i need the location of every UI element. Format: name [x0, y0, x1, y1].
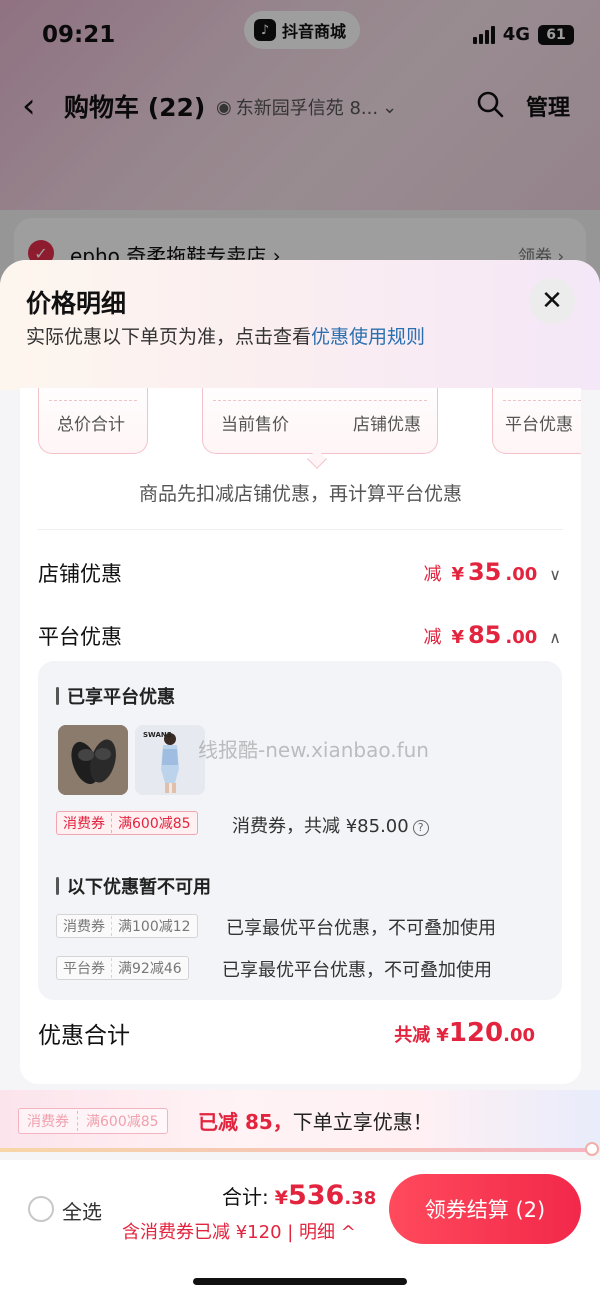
unavailable-reason: 已享最优平台优惠，不可叠加使用: [222, 960, 492, 981]
coupon-summary-text: 消费券，共减 ¥85.00: [232, 816, 409, 837]
summary-dash: [213, 400, 427, 401]
subtitle-text: 实际优惠以下单页为准，点击查看: [26, 326, 312, 348]
promo-strip: 消费券 满600减85 已减 85，下单立享优惠！: [0, 1090, 600, 1152]
store-discount-value[interactable]: 减 ¥ 35 .00 ∨: [423, 558, 561, 586]
unavailable-reason: 已享最优平台优惠，不可叠加使用: [226, 918, 496, 939]
summary-platform: ▬ 平台优惠: [492, 388, 581, 454]
promo-progress-dot: [585, 1142, 599, 1156]
store-discount-yen: ¥: [451, 564, 464, 585]
unavailable-tag-rule: 满92减46: [111, 958, 188, 978]
close-button[interactable]: ✕: [529, 278, 575, 324]
store-discount-label[interactable]: 店铺优惠: [38, 558, 122, 588]
store-discount-prefix: 减: [423, 564, 442, 585]
unavailable-tag-type: 消费券: [63, 919, 105, 935]
checkout-button[interactable]: 领券结算 (2): [389, 1174, 581, 1244]
store-discount-dec: .00: [505, 564, 538, 585]
coupon-tag: 消费券 满600减85: [56, 811, 198, 835]
platform-discount-int: 85: [467, 621, 502, 649]
section-bar: [56, 877, 59, 895]
close-icon: ✕: [541, 286, 563, 316]
section-bar: [56, 687, 59, 705]
unavailable-tag-type: 平台券: [63, 961, 105, 977]
discount-total-value: 共减 ¥ 120 .00: [394, 1018, 535, 1048]
enjoyed-section-title: 已享平台优惠: [56, 683, 175, 709]
promo-text: 已减 85，下单立享优惠！: [198, 1106, 433, 1135]
select-all-radio[interactable]: [28, 1196, 54, 1222]
platform-discount-label[interactable]: 平台优惠: [38, 621, 122, 651]
promo-progress-line: [0, 1148, 592, 1152]
divider: [38, 529, 563, 530]
summary-current: ▬▬▬ ▬ 当前售价 店铺优惠: [202, 388, 438, 454]
discount-total-yen: ¥: [436, 1025, 449, 1046]
promo-message: 下单立享优惠！: [292, 1110, 433, 1134]
sheet-title: 价格明细: [26, 289, 127, 318]
discount-total-prefix: 共减: [394, 1025, 431, 1046]
chevron-down-icon: ∨: [549, 565, 561, 584]
chevron-up-icon: ∧: [549, 628, 561, 647]
product-thumb-swimsuit[interactable]: SWANS: [135, 725, 205, 795]
total-price-dec: .38: [344, 1188, 377, 1209]
summary-dash: [49, 400, 137, 401]
unavailable-tag: 消费券 满100减12: [56, 914, 198, 938]
swimsuit-brand: SWANS: [143, 731, 172, 739]
total-price-yen: ¥: [274, 1187, 288, 1209]
platform-detail-box: 已享平台优惠 SWANS 线报酷-new.xianbao.fun 消费券 满60…: [38, 661, 562, 1000]
platform-discount-prefix: 减: [423, 627, 442, 648]
unavailable-title: 以下优惠暂不可用: [67, 877, 211, 898]
help-icon[interactable]: ?: [412, 819, 429, 836]
platform-discount-value[interactable]: 减 ¥ 85 .00 ∧: [423, 621, 561, 649]
promo-tag-rule: 满600减85: [77, 1111, 167, 1131]
coupon-summary: 消费券，共减 ¥85.00?: [232, 812, 429, 838]
swimsuit-image: SWANS: [135, 725, 205, 795]
coupon-tag-type: 消费券: [63, 816, 105, 832]
unavailable-section-title: 以下优惠暂不可用: [56, 873, 211, 899]
summary-store-label: 店铺优惠: [353, 415, 421, 435]
summary-total-label: 总价合计: [57, 415, 125, 435]
summary-platform-label: 平台优惠: [505, 415, 573, 435]
promo-tag: 消费券 满600减85: [18, 1108, 168, 1134]
sheet-body: ▬▬▬ 总价合计 ▬▬▬ ▬ 当前售价 店铺优惠 ▬ 平台优惠 商品先扣减店铺优…: [20, 388, 581, 1084]
product-thumb-slippers[interactable]: [58, 725, 128, 795]
store-discount-int: 35: [467, 558, 502, 586]
home-indicator: [193, 1278, 407, 1285]
slippers-image: [58, 725, 128, 795]
discount-total-dec: .00: [503, 1025, 535, 1046]
rules-link[interactable]: 优惠使用规则: [311, 326, 425, 348]
coupon-tag-rule: 满600减85: [111, 813, 197, 833]
unavailable-tag-rule: 满100减12: [111, 916, 197, 936]
discount-total-int: 120: [448, 1018, 504, 1048]
promo-highlight: 已减 85，: [198, 1110, 293, 1134]
platform-discount-dec: .00: [505, 627, 538, 648]
promo-tag-type: 消费券: [27, 1114, 69, 1130]
discount-total-label: 优惠合计: [38, 1023, 130, 1049]
total-price-int: 536: [287, 1180, 345, 1211]
watermark: 线报酷-new.xianbao.fun: [198, 738, 429, 762]
sheet-subtitle: 实际优惠以下单页为准，点击查看优惠使用规则: [26, 322, 425, 349]
price-detail-sheet: 价格明细 实际优惠以下单页为准，点击查看优惠使用规则 ✕ ▬▬▬ 总价合计 ▬▬…: [0, 260, 600, 1160]
price-detail-toggle[interactable]: 含消费券已减 ¥120 | 明细 ^: [122, 1218, 356, 1244]
calc-note: 商品先扣减店铺优惠，再计算平台优惠: [138, 483, 462, 505]
summary-total: ▬▬▬ 总价合计: [38, 388, 148, 454]
summary-current-label: 当前售价: [221, 415, 289, 435]
enjoyed-title: 已享平台优惠: [67, 687, 175, 708]
total-price: 合计: ¥ 536 .38: [222, 1180, 376, 1211]
total-price-label: 合计:: [222, 1185, 269, 1209]
checkout-bar: 全选 合计: ¥ 536 .38 含消费券已减 ¥120 | 明细 ^ 领券结算…: [0, 1160, 600, 1299]
unavailable-tag: 平台券 满92减46: [56, 956, 189, 980]
summary-dash: [503, 400, 581, 401]
platform-discount-yen: ¥: [451, 627, 464, 648]
select-all-label[interactable]: 全选: [62, 1196, 102, 1225]
